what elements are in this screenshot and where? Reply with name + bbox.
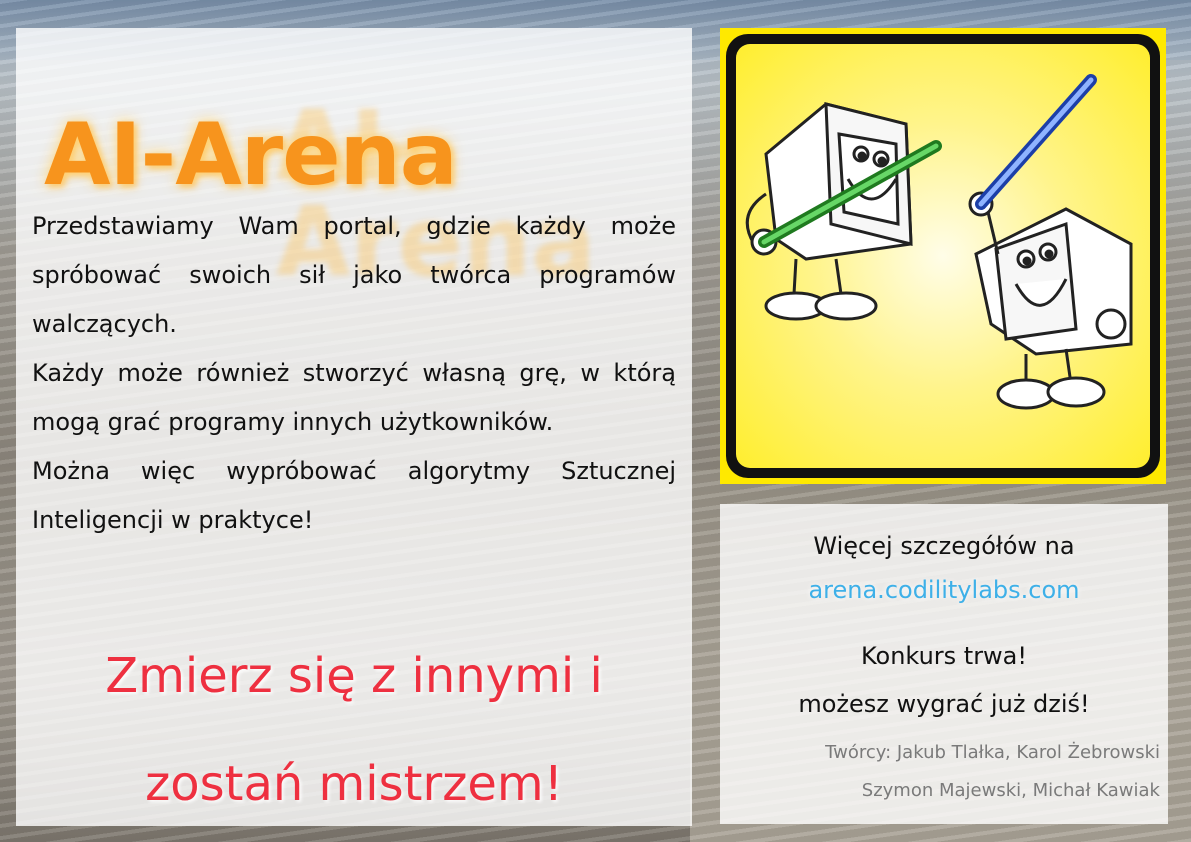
description-paragraph-2: Każdy może również stworzyć własną grę, … [32, 359, 676, 436]
more-details-text: Więcej szczegółów na [813, 532, 1075, 560]
slogan: Zmierz się z innymi i zostań mistrzem! [32, 622, 676, 838]
description-paragraph-1: Przedstawiamy Wam portal, gdzie każdy mo… [32, 212, 676, 338]
credits-line-1: Twórcy: Jakub Tlałka, Karol Żebrowski [825, 742, 1160, 763]
contest-status: Konkurs trwa! [860, 642, 1028, 670]
website-link[interactable]: arena.codilitylabs.com [720, 576, 1168, 604]
computers-lightsaber-duel-illustration [736, 44, 1150, 468]
credits-line-2: Szymon Majewski, Michał Kawiak [861, 780, 1160, 801]
description: Przedstawiamy Wam portal, gdzie każdy mo… [32, 202, 676, 545]
right-computer-figure [968, 191, 1133, 410]
illustration-box [720, 28, 1166, 484]
illustration-drawing [745, 74, 1133, 410]
description-paragraph-3: Można więc wypróbować algorytmy Sztuczne… [32, 457, 676, 534]
win-today-text: możesz wygrać już dziś! [798, 690, 1090, 718]
slogan-line-2: zostań mistrzem! [145, 756, 563, 812]
intro-panel: AI-Arena AI-Arena Przedstawiamy Wam port… [16, 28, 692, 826]
illustration-frame [726, 34, 1160, 478]
slogan-line-1: Zmierz się z innymi i [105, 648, 603, 704]
brand-title: AI-Arena [44, 105, 458, 205]
info-panel: Więcej szczegółów na arena.codilitylabs.… [720, 504, 1168, 824]
